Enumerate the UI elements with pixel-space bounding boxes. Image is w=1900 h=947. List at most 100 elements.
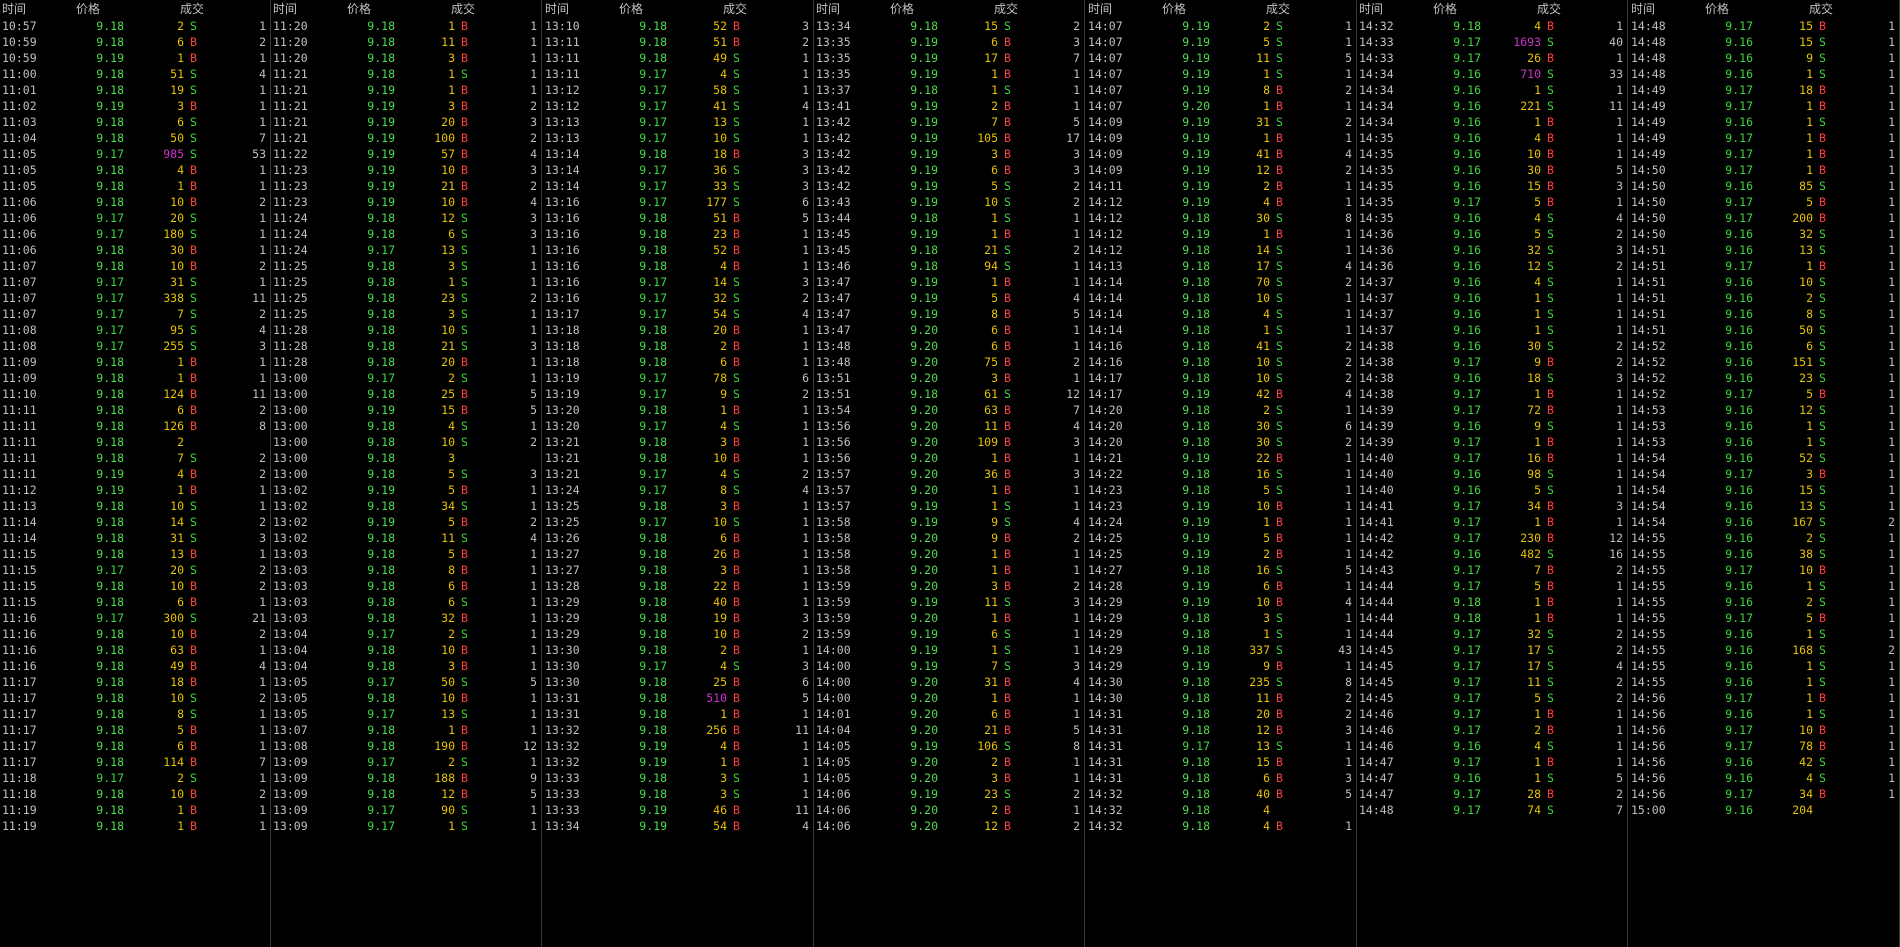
trade-row[interactable]: 14:09 9.19 31 S 2 [1086,114,1356,130]
trade-row[interactable]: 11:11 9.19 4 B 2 [0,466,270,482]
trade-row[interactable]: 14:07 9.19 5 S 1 [1086,34,1356,50]
trade-row[interactable]: 14:31 9.17 13 S 1 [1086,738,1356,754]
trade-row[interactable]: 14:47 9.17 28 B 2 [1357,786,1627,802]
trade-row[interactable]: 13:29 9.18 19 B 3 [543,610,813,626]
trade-row[interactable]: 11:12 9.19 1 B 1 [0,482,270,498]
trade-row[interactable]: 11:14 9.18 14 S 2 [0,514,270,530]
trade-row[interactable]: 14:00 9.20 1 B 1 [814,690,1084,706]
trade-row[interactable]: 11:15 9.17 20 S 2 [0,562,270,578]
trade-row[interactable]: 13:25 9.18 3 B 1 [543,498,813,514]
trade-row[interactable]: 13:09 9.17 2 S 1 [271,754,541,770]
trade-row[interactable]: 11:07 9.17 338 S 11 [0,290,270,306]
trade-row[interactable]: 11:25 9.18 3 S 1 [271,306,541,322]
trade-row[interactable]: 14:56 9.16 1 S 1 [1629,706,1899,722]
trade-row[interactable]: 13:28 9.18 22 B 1 [543,578,813,594]
trade-row[interactable]: 14:44 9.18 1 B 1 [1357,594,1627,610]
trade-row[interactable]: 14:38 9.16 18 S 3 [1357,370,1627,386]
trade-row[interactable]: 13:03 9.18 6 S 1 [271,594,541,610]
trade-row[interactable]: 13:03 9.18 5 B 1 [271,546,541,562]
trade-row[interactable]: 13:30 9.18 2 B 1 [543,642,813,658]
trade-row[interactable]: 13:09 9.18 188 B 9 [271,770,541,786]
trade-row[interactable]: 11:16 9.18 49 B 4 [0,658,270,674]
trade-row[interactable]: 14:25 9.19 5 B 1 [1086,530,1356,546]
trade-row[interactable]: 11:24 9.18 6 S 3 [271,226,541,242]
trade-row[interactable]: 14:00 9.19 7 S 3 [814,658,1084,674]
trade-row[interactable]: 13:05 9.17 13 S 1 [271,706,541,722]
trade-row[interactable]: 14:52 9.16 23 S 1 [1629,370,1899,386]
trade-row[interactable]: 13:26 9.18 6 B 1 [543,530,813,546]
trade-row[interactable]: 11:07 9.18 10 B 2 [0,258,270,274]
trade-row[interactable]: 13:10 9.18 52 B 3 [543,18,813,34]
trade-row[interactable]: 13:16 9.17 32 S 2 [543,290,813,306]
trade-row[interactable]: 11:07 9.17 31 S 1 [0,274,270,290]
trade-row[interactable]: 14:39 9.17 1 B 1 [1357,434,1627,450]
trade-row[interactable]: 13:35 9.19 1 B 1 [814,66,1084,82]
trade-row[interactable]: 11:20 9.18 11 B 1 [271,34,541,50]
trade-row[interactable]: 11:14 9.18 31 S 3 [0,530,270,546]
trade-row[interactable]: 13:00 9.19 15 B 5 [271,402,541,418]
trade-row[interactable]: 13:58 9.20 1 B 1 [814,546,1084,562]
trade-row[interactable]: 13:19 9.17 78 S 6 [543,370,813,386]
trade-row[interactable]: 13:41 9.19 2 B 1 [814,98,1084,114]
trade-row[interactable]: 11:23 9.19 10 B 3 [271,162,541,178]
trade-row[interactable]: 14:51 9.16 2 S 1 [1629,290,1899,306]
trade-row[interactable]: 13:56 9.20 11 B 4 [814,418,1084,434]
trade-row[interactable]: 14:09 9.19 41 B 4 [1086,146,1356,162]
trade-row[interactable]: 14:20 9.18 2 S 1 [1086,402,1356,418]
trade-row[interactable]: 14:14 9.18 10 S 1 [1086,290,1356,306]
trade-row[interactable]: 14:37 9.16 1 S 1 [1357,290,1627,306]
trade-row[interactable]: 14:49 9.17 1 B 1 [1629,130,1899,146]
trade-row[interactable]: 13:09 9.17 90 S 1 [271,802,541,818]
trade-row[interactable]: 11:05 9.18 1 B 1 [0,178,270,194]
trade-row[interactable]: 11:10 9.18 124 B 11 [0,386,270,402]
trade-row[interactable]: 13:34 9.19 54 B 4 [543,818,813,834]
trade-row[interactable]: 14:06 9.19 23 S 2 [814,786,1084,802]
trade-row[interactable]: 13:14 9.18 18 B 3 [543,146,813,162]
trade-row[interactable]: 13:08 9.18 190 B 12 [271,738,541,754]
trade-row[interactable]: 13:33 9.19 46 B 11 [543,802,813,818]
trade-row[interactable]: 13:24 9.17 8 S 4 [543,482,813,498]
trade-row[interactable]: 14:55 9.16 2 S 1 [1629,530,1899,546]
trade-row[interactable]: 11:05 9.17 985 S 53 [0,146,270,162]
trade-row[interactable]: 14:50 9.16 32 S 1 [1629,226,1899,242]
trade-row[interactable]: 14:31 9.18 15 B 1 [1086,754,1356,770]
trade-row[interactable]: 11:11 9.18 2 [0,434,270,450]
trade-row[interactable]: 14:51 9.17 1 B 1 [1629,258,1899,274]
trade-row[interactable]: 11:19 9.18 1 B 1 [0,802,270,818]
trade-row[interactable]: 11:09 9.18 1 B 1 [0,370,270,386]
trade-row[interactable]: 11:17 9.18 5 B 1 [0,722,270,738]
trade-row[interactable]: 13:14 9.17 36 S 3 [543,162,813,178]
trade-row[interactable]: 13:51 9.20 3 B 1 [814,370,1084,386]
trade-row[interactable]: 13:33 9.18 3 S 1 [543,770,813,786]
trade-row[interactable]: 13:17 9.17 54 S 4 [543,306,813,322]
trade-row[interactable]: 14:49 9.17 1 B 1 [1629,98,1899,114]
trade-row[interactable]: 14:49 9.16 1 S 1 [1629,114,1899,130]
trade-row[interactable]: 14:00 9.20 31 B 4 [814,674,1084,690]
trade-row[interactable]: 14:24 9.19 1 B 1 [1086,514,1356,530]
trade-row[interactable]: 13:42 9.19 105 B 17 [814,130,1084,146]
trade-row[interactable]: 14:33 9.17 1693 S 40 [1357,34,1627,50]
trade-row[interactable]: 11:01 9.18 19 S 1 [0,82,270,98]
trade-row[interactable]: 13:18 9.18 2 B 1 [543,338,813,354]
trade-row[interactable]: 13:47 9.19 1 B 1 [814,274,1084,290]
trade-row[interactable]: 14:52 9.16 6 S 1 [1629,338,1899,354]
trade-row[interactable]: 13:44 9.18 1 S 1 [814,210,1084,226]
trade-row[interactable]: 14:32 9.18 4 B 1 [1086,818,1356,834]
trade-row[interactable]: 14:34 9.16 221 S 11 [1357,98,1627,114]
trade-row[interactable]: 11:11 9.18 126 B 8 [0,418,270,434]
trade-row[interactable]: 11:17 9.18 10 S 2 [0,690,270,706]
trade-row[interactable]: 13:35 9.19 6 B 3 [814,34,1084,50]
trade-row[interactable]: 13:04 9.18 10 B 1 [271,642,541,658]
trade-row[interactable]: 14:55 9.16 1 S 1 [1629,626,1899,642]
trade-row[interactable]: 11:28 9.18 21 S 3 [271,338,541,354]
trade-row[interactable]: 14:54 9.16 167 S 2 [1629,514,1899,530]
trade-row[interactable]: 13:04 9.17 2 S 1 [271,626,541,642]
trade-row[interactable]: 13:30 9.17 4 S 3 [543,658,813,674]
trade-row[interactable]: 14:34 9.16 1 B 1 [1357,114,1627,130]
trade-row[interactable]: 13:07 9.18 1 B 1 [271,722,541,738]
trade-row[interactable]: 14:48 9.17 15 B 1 [1629,18,1899,34]
trade-row[interactable]: 13:48 9.20 6 B 1 [814,338,1084,354]
trade-row[interactable]: 14:23 9.18 5 S 1 [1086,482,1356,498]
trade-row[interactable]: 14:37 9.16 1 S 1 [1357,306,1627,322]
trade-row[interactable]: 13:56 9.20 1 B 1 [814,450,1084,466]
